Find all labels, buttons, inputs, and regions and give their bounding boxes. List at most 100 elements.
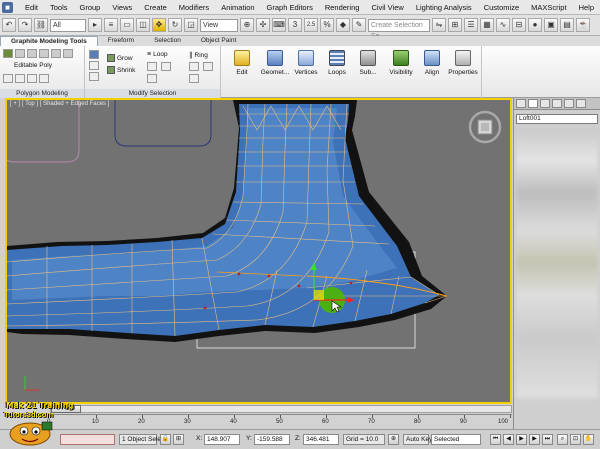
gizmo-xy-plane[interactable] (314, 290, 324, 300)
layer-manager-icon[interactable]: ☰ (464, 18, 478, 32)
menu-civil-view[interactable]: Civil View (365, 3, 409, 12)
render-production-icon[interactable]: ☕ (576, 18, 590, 32)
menu-tools[interactable]: Tools (44, 3, 74, 12)
window-crossing-icon[interactable]: ◫ (136, 18, 150, 32)
pivot-center-icon[interactable]: ⊕ (240, 18, 254, 32)
maxscript-listener-field[interactable] (60, 434, 115, 445)
menu-create[interactable]: Create (138, 3, 173, 12)
ring-mode-icon[interactable] (203, 62, 213, 71)
pan-view-icon[interactable]: ✋ (583, 434, 594, 445)
menu-modifiers[interactable]: Modifiers (173, 3, 215, 12)
editable-poly-icon[interactable] (3, 49, 13, 58)
loop-dots-icon[interactable] (147, 74, 157, 83)
menu-rendering[interactable]: Rendering (319, 3, 366, 12)
absolute-mode-icon[interactable]: ⊞ (173, 434, 184, 445)
mirror-icon[interactable]: ⇋ (432, 18, 446, 32)
menu-edit[interactable]: Edit (19, 3, 44, 12)
edit-named-sets-icon[interactable]: ✎ (352, 18, 366, 32)
x-coordinate-field[interactable]: 148.907 (204, 434, 240, 445)
motion-tab-icon[interactable] (552, 99, 562, 108)
rendered-frame-icon[interactable]: ▤ (560, 18, 574, 32)
stack-down-icon[interactable] (15, 74, 25, 83)
material-editor-icon[interactable]: ● (528, 18, 542, 32)
named-selection-sets-field[interactable]: Create Selection Se (368, 18, 430, 40)
zoom-all-icon[interactable]: ⊡ (570, 434, 581, 445)
auto-key-button[interactable]: Auto Key (403, 434, 432, 445)
object-name-field[interactable]: Loft001 (516, 114, 598, 124)
edit-button[interactable]: Edit (225, 50, 259, 76)
properties-button[interactable]: Properties (446, 50, 480, 76)
ring-button[interactable]: ∥ Ring (189, 51, 208, 60)
viewport-label[interactable]: [ + ] [ Top ] [ Shaded + Edged Faces ] (10, 101, 109, 107)
subobject-element-icon[interactable] (63, 49, 73, 58)
menu-help[interactable]: Help (573, 3, 600, 12)
selection-filter-dropdown[interactable]: All (50, 18, 86, 32)
graphite-toggle-icon[interactable]: ▦ (480, 18, 494, 32)
tab-graphite-modeling-tools[interactable]: Graphite Modeling Tools (0, 36, 98, 46)
menu-lighting-analysis[interactable]: Lighting Analysis (410, 3, 478, 12)
ring-dots-icon[interactable] (189, 74, 199, 83)
align-button[interactable]: Align (418, 50, 446, 76)
add-time-tag-icon[interactable]: ⊕ (388, 434, 399, 445)
play-icon[interactable]: ▶ (516, 434, 527, 445)
previous-frame-icon[interactable]: ◀ (503, 434, 514, 445)
go-to-end-icon[interactable]: ⏭ (542, 434, 553, 445)
y-coordinate-field[interactable]: -159.588 (254, 434, 290, 445)
grow-button[interactable]: Grow (107, 54, 133, 62)
lock-selection-icon[interactable]: 🔒 (160, 434, 171, 445)
modify-tab-icon[interactable] (528, 99, 538, 108)
link-icon[interactable]: ⛓ (34, 18, 48, 32)
manipulate-icon[interactable]: ✣ (256, 18, 270, 32)
redo-icon[interactable]: ↷ (18, 18, 32, 32)
snaps-toggle-icon[interactable]: 3 (288, 18, 302, 32)
menu-graph-editors[interactable]: Graph Editors (261, 3, 319, 12)
polygon-modeling-group-label[interactable]: Polygon Modeling (0, 89, 84, 98)
loop-button[interactable]: ≡ Loop (147, 51, 168, 58)
subobject-edge-icon[interactable] (27, 49, 37, 58)
menu-views[interactable]: Views (106, 3, 138, 12)
hierarchy-tab-icon[interactable] (540, 99, 550, 108)
select-scale-icon[interactable]: ◲ (184, 18, 198, 32)
keyboard-shortcut-icon[interactable]: ⌨ (272, 18, 286, 32)
rect-selection-icon[interactable]: ▭ (120, 18, 134, 32)
viewport-top[interactable]: [ + ] [ Top ] [ Shaded + Edged Faces ] (5, 98, 512, 404)
collapse-stack-icon[interactable] (39, 74, 49, 83)
vertices-button[interactable]: Vertices (292, 50, 320, 76)
shrink-button[interactable]: Shrink (107, 66, 135, 74)
select-icon[interactable] (89, 50, 99, 59)
schematic-view-icon[interactable]: ⊟ (512, 18, 526, 32)
display-tab-icon[interactable] (564, 99, 574, 108)
pointer-icon[interactable] (89, 61, 99, 70)
z-coordinate-field[interactable]: 346.481 (303, 434, 339, 445)
subobject-vertex-icon[interactable] (15, 49, 25, 58)
undo-icon[interactable]: ↶ (2, 18, 16, 32)
curve-editor-icon[interactable]: ∿ (496, 18, 510, 32)
zoom-icon[interactable]: ⌕ (557, 434, 568, 445)
viewcube-face[interactable] (481, 123, 489, 131)
loops-button[interactable]: Loops (322, 50, 352, 76)
menu-maxscript[interactable]: MAXScript (525, 3, 572, 12)
utilities-tab-icon[interactable] (576, 99, 586, 108)
create-tab-icon[interactable] (516, 99, 526, 108)
geometry-button[interactable]: Geomet... (258, 50, 292, 76)
subdivision-button[interactable]: Sub... (353, 50, 383, 76)
tab-selection[interactable]: Selection (144, 36, 191, 46)
go-to-start-icon[interactable]: ⏮ (490, 434, 501, 445)
percent-snap-icon[interactable]: % (320, 18, 334, 32)
key-mode-dropdown[interactable]: Selected (431, 434, 481, 445)
select-move-icon[interactable]: ✥ (152, 18, 166, 32)
tab-freeform[interactable]: Freeform (98, 36, 144, 46)
render-setup-icon[interactable]: ▣ (544, 18, 558, 32)
modify-selection-group-label[interactable]: Modify Selection (85, 89, 220, 98)
show-end-result-icon[interactable] (27, 74, 37, 83)
select-by-name-icon[interactable]: ≡ (104, 18, 118, 32)
align-icon[interactable]: ⊞ (448, 18, 462, 32)
visibility-button[interactable]: Visibility (384, 50, 418, 76)
subobject-border-icon[interactable] (39, 49, 49, 58)
reference-coordinate-dropdown[interactable]: View (200, 18, 238, 32)
loop-mode-icon[interactable] (161, 62, 171, 71)
next-frame-icon[interactable]: ▶ (529, 434, 540, 445)
tab-object-paint[interactable]: Object Paint (191, 36, 246, 46)
time-slider[interactable]: 0 / 100 (50, 405, 512, 413)
select-object-icon[interactable]: ▸ (88, 18, 102, 32)
